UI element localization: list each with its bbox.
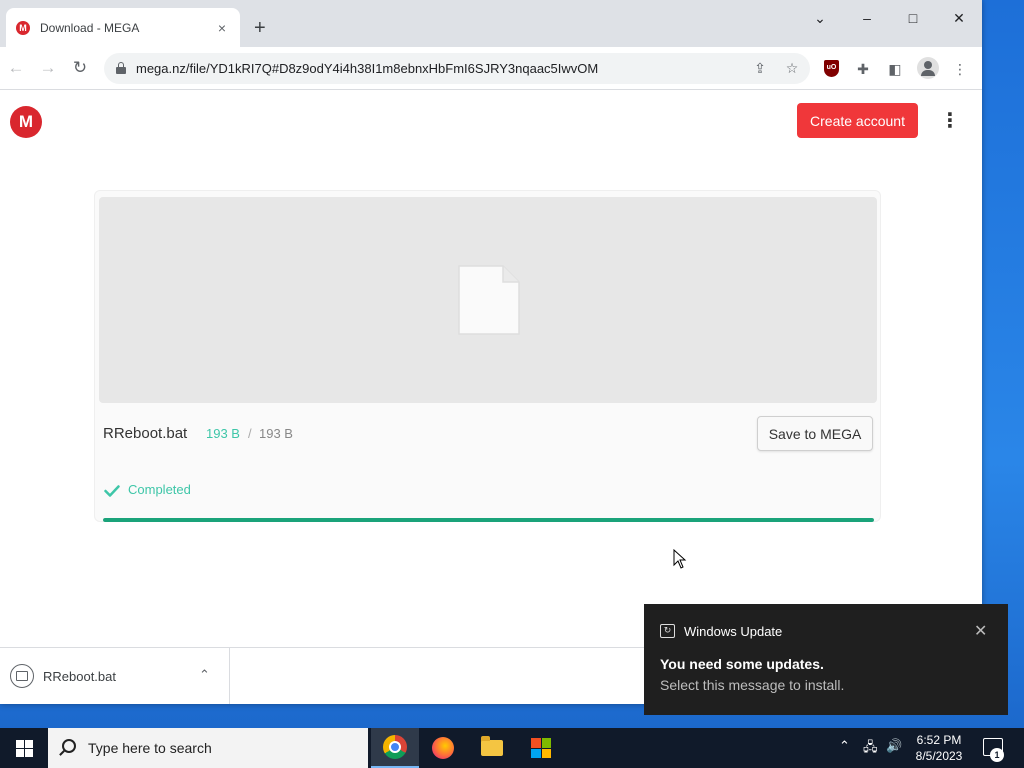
url-text[interactable]: mega.nz/file/YD1kRI7Q#D8z9odY4i4h38I1m8e…: [136, 61, 598, 76]
total-size: 193 B: [259, 426, 293, 441]
tab-search-icon[interactable]: ⌄: [808, 10, 832, 27]
chrome-icon: [383, 735, 407, 759]
create-account-button[interactable]: Create account: [797, 103, 918, 138]
notification-close-icon[interactable]: ✕: [974, 621, 987, 641]
share-icon[interactable]: ⇪: [751, 60, 769, 77]
volume-icon[interactable]: 🔊: [886, 738, 902, 754]
close-window-button[interactable]: ✕: [947, 10, 971, 27]
tab-close-icon[interactable]: ×: [214, 20, 230, 36]
taskbar-chrome[interactable]: [371, 728, 419, 768]
taskbar-search-placeholder: Type here to search: [88, 740, 212, 756]
clock-date: 8/5/2023: [915, 749, 963, 763]
checkmark-icon: [104, 485, 120, 497]
tab-title: Download - MEGA: [40, 20, 140, 35]
maximize-button[interactable]: □: [901, 10, 925, 26]
clock[interactable]: 6:52 PM 8/5/2023: [910, 732, 968, 764]
notification-app-name: Windows Update: [684, 624, 783, 639]
profile-avatar-icon[interactable]: [917, 57, 939, 79]
notification-count-badge: 1: [990, 748, 1004, 762]
forward-button[interactable]: →: [37, 57, 59, 79]
windows-logo-pane-2: [25, 740, 33, 748]
tab-strip: M Download - MEGA × + ⌄ – □ ✕: [0, 0, 982, 47]
mouse-cursor-icon: [673, 549, 687, 569]
page-menu-icon[interactable]: ⋮: [940, 110, 960, 132]
file-preview: [99, 197, 877, 403]
notification-title: You need some updates.: [660, 656, 824, 672]
firefox-icon: [432, 737, 454, 759]
generic-file-icon: [458, 265, 520, 335]
extensions-puzzle-icon[interactable]: ✚: [853, 59, 873, 79]
reload-button[interactable]: ↻: [69, 57, 91, 79]
taskbar: Type here to search ⌃ 🖧 🔊 6:52 PM 8/5/20…: [0, 728, 1024, 768]
mega-logo[interactable]: M: [10, 106, 42, 138]
mega-page: M Create account ⋮ RReboot.bat 193 B / 1…: [0, 90, 982, 647]
minimize-button[interactable]: –: [855, 10, 879, 26]
taskbar-firefox[interactable]: [419, 728, 467, 768]
download-progress-bar: [103, 518, 874, 522]
size-separator: /: [248, 426, 252, 441]
notification-body: Select this message to install.: [660, 677, 845, 693]
windows-logo-pane-3: [16, 749, 24, 757]
download-card: RReboot.bat 193 B / 193 B Save to MEGA C…: [94, 190, 881, 522]
clock-time: 6:52 PM: [916, 733, 962, 747]
tab-download-mega[interactable]: M Download - MEGA ×: [6, 8, 240, 47]
download-item[interactable]: RReboot.bat ⌃: [0, 648, 230, 704]
tray-chevron-icon[interactable]: ⌃: [839, 738, 850, 754]
download-status: Completed: [128, 482, 191, 497]
windows-logo-pane-4: [25, 749, 33, 757]
address-bar[interactable]: mega.nz/file/YD1kRI7Q#D8z9odY4i4h38I1m8e…: [104, 53, 810, 84]
batch-file-icon: [10, 664, 34, 688]
lock-icon[interactable]: [116, 62, 126, 74]
start-button[interactable]: [0, 728, 48, 768]
network-icon[interactable]: 🖧: [863, 738, 878, 760]
downloaded-size: 193 B: [206, 426, 240, 441]
chrome-menu-icon[interactable]: ⋮: [950, 59, 970, 79]
mega-favicon-icon: M: [16, 20, 30, 35]
new-tab-button[interactable]: +: [254, 18, 266, 38]
side-panel-icon[interactable]: ◧: [885, 59, 905, 79]
taskbar-file-explorer[interactable]: [468, 728, 516, 768]
file-name: RReboot.bat: [103, 425, 188, 442]
ublock-origin-icon[interactable]: uO: [824, 60, 839, 77]
windows-update-icon: ↻: [660, 624, 675, 638]
browser-toolbar: ← → ↻ mega.nz/file/YD1kRI7Q#D8z9odY4i4h3…: [0, 47, 982, 90]
save-to-mega-button[interactable]: Save to MEGA: [757, 416, 873, 451]
back-button[interactable]: ←: [5, 57, 27, 79]
taskbar-search-box[interactable]: Type here to search: [48, 728, 368, 768]
download-item-name[interactable]: RReboot.bat: [43, 669, 116, 684]
chevron-up-icon[interactable]: ⌃: [199, 667, 210, 683]
search-icon: [62, 739, 76, 753]
store-icon: [531, 738, 551, 758]
bookmark-star-icon[interactable]: ☆: [783, 60, 801, 77]
progress-fill: [103, 518, 874, 522]
taskbar-store[interactable]: [517, 728, 565, 768]
windows-logo-pane-1: [16, 740, 24, 748]
folder-icon: [481, 736, 503, 756]
windows-update-notification[interactable]: ↻ Windows Update ✕ You need some updates…: [644, 604, 1008, 715]
browser-window: M Download - MEGA × + ⌄ – □ ✕ ← → ↻ mega…: [0, 0, 982, 704]
